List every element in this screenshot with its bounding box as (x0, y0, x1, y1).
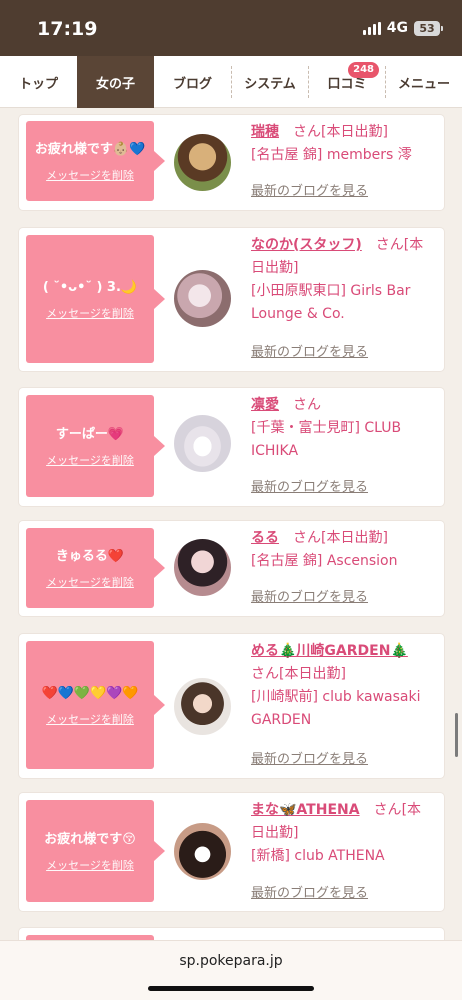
list-item: ( ˘•ᴗ•˘ ) 3.🌙 メッセージを削除 なのか(スタッフ) さん[本 日出… (19, 228, 444, 371)
reviews-count-badge: 248 (348, 62, 379, 78)
latest-blog-link[interactable]: 最新のブログを見る (251, 748, 368, 767)
latest-blog-link[interactable]: 最新のブログを見る (251, 180, 368, 199)
avatar[interactable] (174, 415, 231, 472)
honorific: さん (375, 237, 404, 253)
honorific: さん (373, 802, 402, 818)
list-item: お疲れ様です👶🏼💙 メッセージを削除 瑞穂 さん[本日出勤] [名古屋 錦] m… (19, 115, 444, 210)
url-text[interactable]: sp.pokepara.jp (0, 953, 462, 969)
status-line: 日出勤] (251, 825, 299, 841)
girl-name-link[interactable]: 凛愛 (251, 397, 279, 413)
shop-line: [名古屋 錦] members 澪 (251, 147, 412, 163)
shop-line: [千葉・富士見町] CLUB (251, 420, 402, 436)
message-text: すーぱー💗 (55, 426, 125, 442)
work-status: [本 (403, 237, 424, 253)
signal-icon (362, 21, 381, 35)
delete-message-link[interactable]: メッセージを削除 (46, 711, 134, 727)
status-bar: 17:19 4G 53 (0, 0, 462, 56)
tab-reviews[interactable]: 口コミ 248 (309, 56, 385, 108)
home-indicator[interactable] (148, 986, 314, 991)
shop-line: Lounge & Co. (251, 306, 345, 322)
message-text: お疲れ様です👶🏼💙 (34, 141, 146, 157)
card-info: なのか(スタッフ) さん[本 日出勤] [小田原駅東口] Girls Bar L… (251, 234, 433, 326)
shop-line: [小田原駅東口] Girls Bar (251, 283, 411, 299)
list-item: お疲れ様です😚 メッセージを削除 まな🦋ATHENA さん[本 日出勤] [新橋… (19, 793, 444, 911)
avatar[interactable] (174, 539, 231, 596)
work-status: [本 (401, 802, 422, 818)
browser-address-bar: sp.pokepara.jp (0, 940, 462, 1000)
girl-name-link[interactable]: るる (251, 530, 279, 546)
list-item (19, 928, 444, 940)
girl-name-link[interactable]: める🎄川崎GARDEN🎄 (251, 643, 408, 659)
shop-line: [川崎駅前] club kawasaki (251, 689, 421, 705)
status-line: さん[本日出勤] (251, 666, 346, 682)
tab-girls[interactable]: 女の子 (77, 56, 154, 108)
work-status: [本日出勤] (321, 124, 388, 140)
message-bubble: きゅるる❤️ メッセージを削除 (26, 528, 165, 608)
work-status: [本日出勤] (321, 530, 388, 546)
message-list: お疲れ様です👶🏼💙 メッセージを削除 瑞穂 さん[本日出勤] [名古屋 錦] m… (0, 108, 462, 940)
girl-name-link[interactable]: なのか(スタッフ) (251, 237, 362, 253)
latest-blog-link[interactable]: 最新のブログを見る (251, 586, 368, 605)
message-text: ( ˘•ᴗ•˘ ) 3.🌙 (42, 279, 138, 295)
delete-message-link[interactable]: メッセージを削除 (46, 452, 134, 468)
status-line: 日出勤] (251, 260, 299, 276)
latest-blog-link[interactable]: 最新のブログを見る (251, 882, 368, 901)
list-item: ❤️💙💚💛💜🧡 メッセージを削除 める🎄川崎GARDEN🎄 さん[本日出勤] [… (19, 634, 444, 778)
avatar[interactable] (174, 134, 231, 191)
shop-line: ICHIKA (251, 443, 299, 459)
status-indicators: 4G 53 (362, 20, 443, 36)
list-item: きゅるる❤️ メッセージを削除 るる さん[本日出勤] [名古屋 錦] Asce… (19, 521, 444, 616)
girl-name-link[interactable]: まな🦋ATHENA (251, 802, 360, 818)
message-text: お疲れ様です😚 (44, 831, 136, 847)
avatar[interactable] (174, 270, 231, 327)
message-text: きゅるる❤️ (55, 548, 125, 564)
top-nav: トップ 女の子 ブログ システム 口コミ 248 メニュー (0, 56, 462, 108)
delete-message-link[interactable]: メッセージを削除 (46, 574, 134, 590)
message-bubble: ❤️💙💚💛💜🧡 メッセージを削除 (26, 641, 165, 769)
network-type: 4G (386, 20, 408, 36)
shop-line: GARDEN (251, 712, 312, 728)
honorific: さん (293, 530, 321, 546)
card-info: まな🦋ATHENA さん[本 日出勤] [新橋] club ATHENA (251, 799, 433, 868)
tab-label: トップ (18, 76, 58, 92)
avatar[interactable] (174, 678, 231, 735)
delete-message-link[interactable]: メッセージを削除 (46, 305, 134, 321)
message-bubble: ( ˘•ᴗ•˘ ) 3.🌙 メッセージを削除 (26, 235, 165, 363)
tab-menu[interactable]: メニュー (386, 56, 462, 108)
delete-message-link[interactable]: メッセージを削除 (46, 857, 134, 873)
message-bubble: すーぱー💗 メッセージを削除 (26, 395, 165, 497)
tab-label: システム (244, 76, 296, 92)
latest-blog-link[interactable]: 最新のブログを見る (251, 341, 368, 360)
battery-icon: 53 (414, 20, 443, 36)
avatar[interactable] (174, 823, 231, 880)
shop-line: [名古屋 錦] Ascension (251, 553, 398, 569)
delete-message-link[interactable]: メッセージを削除 (46, 167, 134, 183)
tab-system[interactable]: システム (232, 56, 308, 108)
status-time: 17:19 (37, 18, 98, 40)
message-text: ❤️💙💚💛💜🧡 (41, 685, 139, 701)
message-bubble: お疲れ様です😚 メッセージを削除 (26, 800, 165, 902)
tab-label: メニュー (397, 76, 450, 92)
battery-level: 53 (419, 21, 435, 35)
tab-label: ブログ (172, 76, 212, 92)
girl-name-link[interactable]: 瑞穂 (251, 124, 279, 140)
card-info: 瑞穂 さん[本日出勤] [名古屋 錦] members 澪 (251, 121, 433, 167)
tab-blog[interactable]: ブログ (154, 56, 231, 108)
honorific: さん (293, 397, 321, 413)
latest-blog-link[interactable]: 最新のブログを見る (251, 476, 368, 495)
tab-label: 女の子 (95, 76, 135, 92)
shop-line: [新橋] club ATHENA (251, 848, 385, 864)
scrollbar[interactable] (455, 713, 458, 757)
list-item: すーぱー💗 メッセージを削除 凛愛 さん [千葉・富士見町] CLUB ICHI… (19, 388, 444, 506)
tab-top[interactable]: トップ (0, 56, 77, 108)
honorific: さん (293, 124, 321, 140)
message-bubble: お疲れ様です👶🏼💙 メッセージを削除 (26, 121, 165, 201)
card-info: める🎄川崎GARDEN🎄 さん[本日出勤] [川崎駅前] club kawasa… (251, 640, 433, 732)
card-info: るる さん[本日出勤] [名古屋 錦] Ascension (251, 527, 433, 573)
card-info: 凛愛 さん [千葉・富士見町] CLUB ICHIKA (251, 394, 433, 463)
